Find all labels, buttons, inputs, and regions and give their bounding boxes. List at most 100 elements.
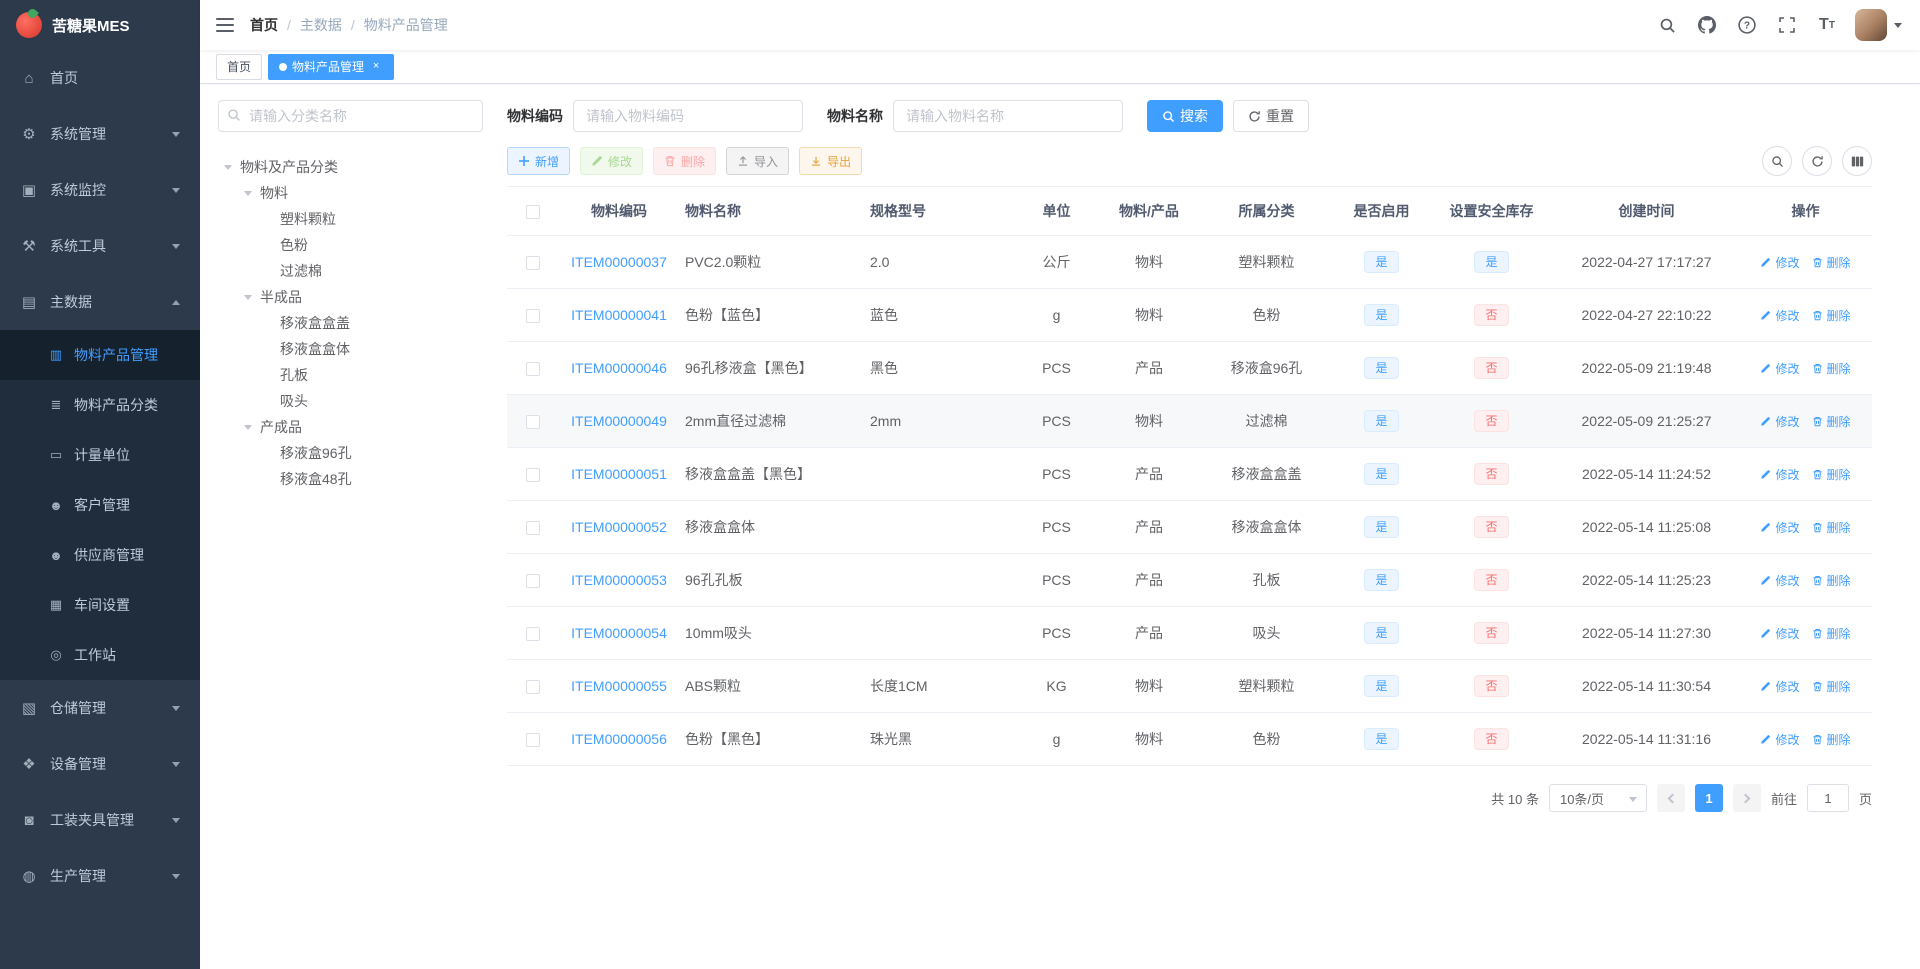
tree-node[interactable]: 移液盒48孔 xyxy=(218,466,483,492)
breadcrumb-link[interactable]: 首页 xyxy=(250,15,278,35)
select-all-checkbox[interactable] xyxy=(526,205,540,220)
sidebar-item[interactable]: ◙ 工装夹具管理 xyxy=(0,792,200,848)
delete-link[interactable]: 删除 xyxy=(1812,572,1851,589)
sidebar-item[interactable]: ▧ 仓储管理 xyxy=(0,680,200,736)
tab[interactable]: 首页 × xyxy=(216,53,263,80)
user-menu[interactable] xyxy=(1855,9,1902,41)
row-checkbox[interactable] xyxy=(526,680,540,695)
delete-link[interactable]: 删除 xyxy=(1812,307,1851,324)
sidebar-subitem[interactable]: ▭ 计量单位 xyxy=(0,430,200,480)
sidebar-item[interactable]: ⚙ 系统管理 xyxy=(0,106,200,162)
sidebar-subitem[interactable]: ≣ 物料产品分类 xyxy=(0,380,200,430)
edit-link[interactable]: 修改 xyxy=(1760,519,1800,536)
sidebar-item[interactable]: ▣ 系统监控 xyxy=(0,162,200,218)
help-icon[interactable]: ? xyxy=(1727,0,1767,50)
edit-link[interactable]: 修改 xyxy=(1760,360,1800,377)
close-icon[interactable]: × xyxy=(369,60,383,74)
add-button[interactable]: 新增 xyxy=(507,147,571,175)
edit-link[interactable]: 修改 xyxy=(1760,413,1800,430)
app-logo[interactable]: 苦糖果MES xyxy=(0,0,200,50)
row-checkbox[interactable] xyxy=(526,415,540,430)
tree-node[interactable]: 产成品 xyxy=(218,414,483,440)
row-checkbox[interactable] xyxy=(526,733,540,748)
delete-link[interactable]: 删除 xyxy=(1812,413,1851,430)
delete-link[interactable]: 删除 xyxy=(1812,519,1851,536)
delete-button[interactable]: 删除 xyxy=(653,147,717,175)
row-checkbox[interactable] xyxy=(526,309,540,324)
item-code-link[interactable]: ITEM00000049 xyxy=(571,413,667,429)
tree-node[interactable]: 移液盒96孔 xyxy=(218,440,483,466)
toggle-search-icon[interactable] xyxy=(1762,146,1792,176)
sidebar-item[interactable]: ⚒ 系统工具 xyxy=(0,218,200,274)
row-checkbox[interactable] xyxy=(526,574,540,589)
sidebar-subitem[interactable]: ▦ 车间设置 xyxy=(0,580,200,630)
edit-link[interactable]: 修改 xyxy=(1760,466,1800,483)
delete-link[interactable]: 删除 xyxy=(1812,254,1851,271)
item-code-link[interactable]: ITEM00000053 xyxy=(571,572,667,588)
sidebar-item[interactable]: ▤ 主数据 xyxy=(0,274,200,330)
tree-node[interactable]: 物料及产品分类 xyxy=(218,154,483,180)
row-checkbox[interactable] xyxy=(526,362,540,377)
name-input[interactable] xyxy=(893,100,1123,132)
tree-node[interactable]: 过滤棉 xyxy=(218,258,483,284)
prev-page-button[interactable] xyxy=(1656,784,1685,812)
tree-node[interactable]: 物料 xyxy=(218,180,483,206)
github-icon[interactable] xyxy=(1687,0,1727,50)
tree-node[interactable]: 色粉 xyxy=(218,232,483,258)
breadcrumb-link[interactable]: 主数据 xyxy=(300,15,342,35)
edit-link[interactable]: 修改 xyxy=(1760,572,1800,589)
row-checkbox[interactable] xyxy=(526,256,540,271)
edit-link[interactable]: 修改 xyxy=(1760,254,1800,271)
item-code-link[interactable]: ITEM00000037 xyxy=(571,254,667,270)
item-code-link[interactable]: ITEM00000056 xyxy=(571,731,667,747)
sidebar-subitem[interactable]: ▥ 物料产品管理 xyxy=(0,330,200,380)
refresh-icon[interactable] xyxy=(1802,146,1832,176)
search-icon[interactable] xyxy=(1647,0,1687,50)
code-input[interactable] xyxy=(573,100,803,132)
sidebar-item[interactable]: ◍ 生产管理 xyxy=(0,848,200,904)
item-code-link[interactable]: ITEM00000041 xyxy=(571,307,667,323)
edit-link[interactable]: 修改 xyxy=(1760,625,1800,642)
tree-node[interactable]: 孔板 xyxy=(218,362,483,388)
edit-link[interactable]: 修改 xyxy=(1760,307,1800,324)
tree-node[interactable]: 半成品 xyxy=(218,284,483,310)
sidebar-item[interactable]: ⌂ 首页 xyxy=(0,50,200,106)
page-size-select[interactable]: 10条/页 xyxy=(1548,784,1647,812)
delete-link[interactable]: 删除 xyxy=(1812,678,1851,695)
breadcrumb-link[interactable]: 物料产品管理 xyxy=(364,15,448,35)
delete-link[interactable]: 删除 xyxy=(1812,625,1851,642)
tree-node[interactable]: 移液盒盒盖 xyxy=(218,310,483,336)
menu-fold-icon[interactable] xyxy=(200,0,250,50)
export-button[interactable]: 导出 xyxy=(799,147,863,175)
edit-link[interactable]: 修改 xyxy=(1760,678,1800,695)
tab[interactable]: 物料产品管理 × xyxy=(268,53,395,80)
tree-node[interactable]: 塑料颗粒 xyxy=(218,206,483,232)
next-page-button[interactable] xyxy=(1732,784,1761,812)
delete-link[interactable]: 删除 xyxy=(1812,360,1851,377)
category-search-input[interactable] xyxy=(218,100,483,132)
columns-icon[interactable] xyxy=(1842,146,1872,176)
tree-node[interactable]: 吸头 xyxy=(218,388,483,414)
sidebar-item[interactable]: ❖ 设备管理 xyxy=(0,736,200,792)
reset-button[interactable]: 重置 xyxy=(1233,100,1309,132)
font-size-icon[interactable]: TT xyxy=(1807,0,1847,50)
row-checkbox[interactable] xyxy=(526,627,540,642)
item-code-link[interactable]: ITEM00000054 xyxy=(571,625,667,641)
goto-page-input[interactable] xyxy=(1806,784,1849,812)
item-code-link[interactable]: ITEM00000051 xyxy=(571,466,667,482)
fullscreen-icon[interactable] xyxy=(1767,0,1807,50)
item-code-link[interactable]: ITEM00000055 xyxy=(571,678,667,694)
sidebar-subitem[interactable]: ☻ 客户管理 xyxy=(0,480,200,530)
page-button-1[interactable]: 1 xyxy=(1694,784,1723,812)
search-button[interactable]: 搜索 xyxy=(1147,100,1223,132)
item-code-link[interactable]: ITEM00000052 xyxy=(571,519,667,535)
edit-link[interactable]: 修改 xyxy=(1760,731,1800,748)
sidebar-subitem[interactable]: ☻ 供应商管理 xyxy=(0,530,200,580)
row-checkbox[interactable] xyxy=(526,468,540,483)
import-button[interactable]: 导入 xyxy=(726,147,790,175)
tree-node[interactable]: 移液盒盒体 xyxy=(218,336,483,362)
edit-button[interactable]: 修改 xyxy=(580,147,644,175)
item-code-link[interactable]: ITEM00000046 xyxy=(571,360,667,376)
delete-link[interactable]: 删除 xyxy=(1812,466,1851,483)
delete-link[interactable]: 删除 xyxy=(1812,731,1851,748)
